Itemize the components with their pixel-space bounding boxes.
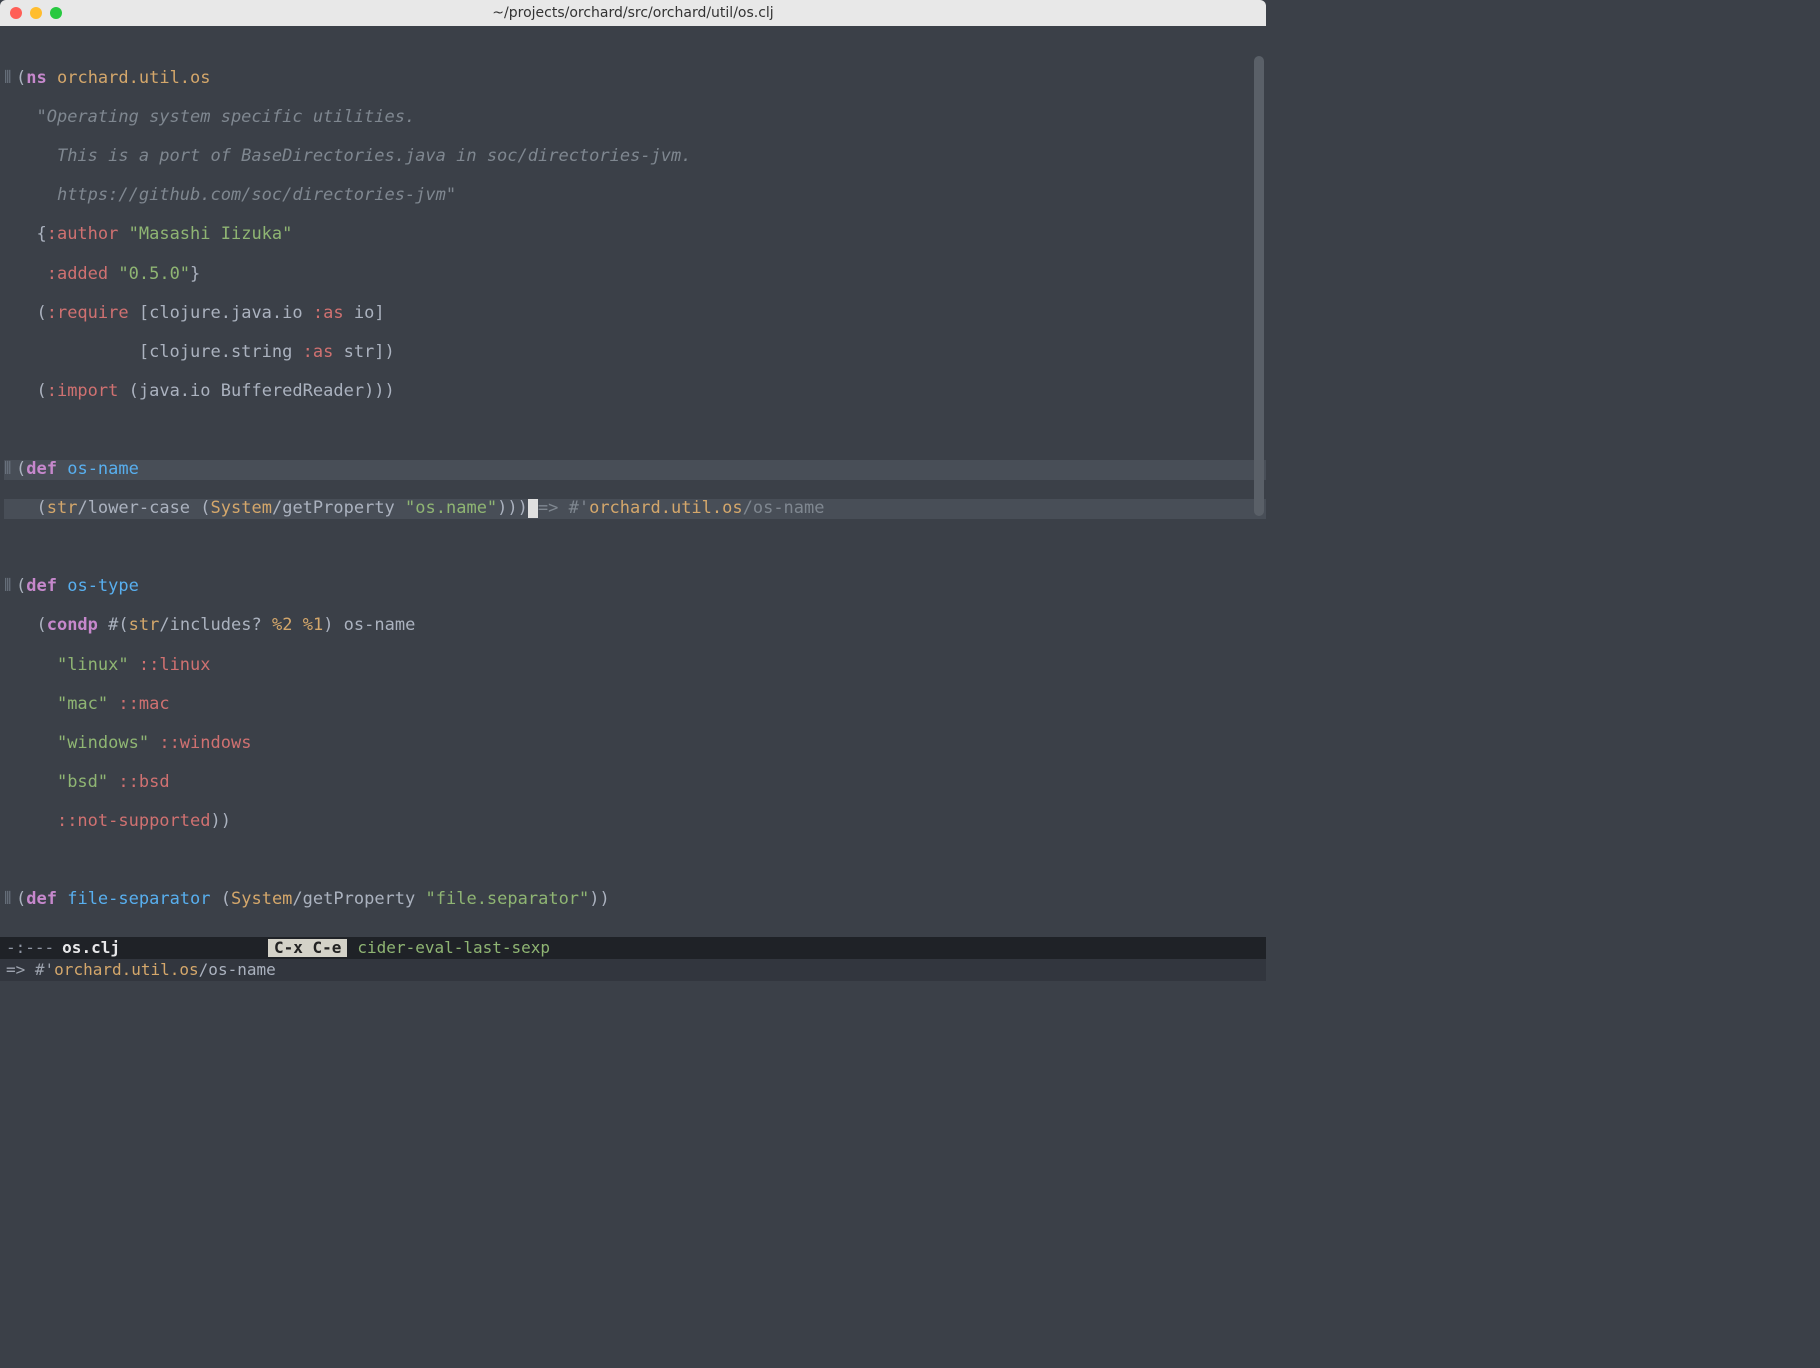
minibuffer[interactable]: => #'orchard.util.os/os-name bbox=[0, 959, 1266, 981]
scrollbar[interactable] bbox=[1254, 56, 1264, 516]
buffer-status: -:--- bbox=[6, 939, 54, 957]
fn-call: lower-case bbox=[88, 498, 190, 518]
string-arg: "os.name" bbox=[405, 498, 497, 518]
class: System bbox=[231, 889, 292, 909]
ns-keyword: ns bbox=[26, 68, 46, 88]
command-name: cider-eval-last-sexp bbox=[357, 939, 550, 957]
as-kw: :as bbox=[303, 342, 334, 362]
keyword: ::bsd bbox=[118, 772, 169, 792]
eval-sym: /os-name bbox=[743, 498, 825, 518]
keyword: ::linux bbox=[139, 655, 211, 675]
class: System bbox=[211, 498, 272, 518]
author-val: "Masashi Iizuka" bbox=[129, 224, 293, 244]
fn-call: includes? bbox=[170, 615, 262, 635]
buffer-file: os.clj bbox=[62, 939, 120, 957]
def-kw: def bbox=[26, 459, 57, 479]
added-val: "0.5.0" bbox=[118, 264, 190, 284]
def-kw: def bbox=[26, 576, 57, 596]
condp-kw: condp bbox=[47, 615, 98, 635]
added-key: :added bbox=[47, 264, 108, 284]
req-ns: clojure.java.io bbox=[149, 303, 303, 323]
req-alias: str bbox=[344, 342, 375, 362]
keybinding: C-x C-e bbox=[268, 939, 347, 957]
require-kw: :require bbox=[47, 303, 129, 323]
import-cls: BufferedReader bbox=[221, 381, 364, 401]
import-kw: :import bbox=[47, 381, 119, 401]
window-titlebar: ~/projects/orchard/src/orchard/util/os.c… bbox=[0, 0, 1266, 26]
code-editor[interactable]: ⦀(ns orchard.util.os "Operating system s… bbox=[0, 26, 1266, 937]
window-title: ~/projects/orchard/src/orchard/util/os.c… bbox=[0, 5, 1266, 21]
docstring: https://github.com/soc/directories-jvm" bbox=[36, 185, 456, 205]
keyword: ::not-supported bbox=[57, 811, 211, 831]
arg: %2 bbox=[272, 615, 292, 635]
arg: %1 bbox=[303, 615, 323, 635]
def-kw: def bbox=[26, 889, 57, 909]
keyword: ::mac bbox=[118, 694, 169, 714]
keyword: ::windows bbox=[159, 733, 251, 753]
eval-ns: orchard.util.os bbox=[54, 961, 199, 979]
ns-name: orchard.util.os bbox=[57, 68, 211, 88]
string: "windows" bbox=[57, 733, 149, 753]
eval-prefix: => #' bbox=[538, 498, 589, 518]
eval-sym: /os-name bbox=[199, 961, 276, 979]
docstring: "Operating system specific utilities. bbox=[36, 107, 415, 127]
method: getProperty bbox=[282, 498, 395, 518]
var-name: os-type bbox=[67, 576, 139, 596]
var-name: os-name bbox=[67, 459, 139, 479]
string: "mac" bbox=[57, 694, 108, 714]
req-ns: clojure.string bbox=[149, 342, 292, 362]
req-alias: io bbox=[354, 303, 374, 323]
ns-alias: str bbox=[47, 498, 78, 518]
string: "bsd" bbox=[57, 772, 108, 792]
cursor bbox=[528, 499, 538, 518]
eval-ns: orchard.util.os bbox=[589, 498, 743, 518]
method: getProperty bbox=[303, 889, 416, 909]
import-pkg: java.io bbox=[139, 381, 211, 401]
author-key: :author bbox=[47, 224, 119, 244]
eval-prefix: => #' bbox=[6, 961, 54, 979]
as-kw: :as bbox=[313, 303, 344, 323]
sym: os-name bbox=[344, 615, 416, 635]
string: "file.separator" bbox=[426, 889, 590, 909]
docstring: This is a port of BaseDirectories.java i… bbox=[36, 146, 691, 166]
var-name: file-separator bbox=[67, 889, 210, 909]
string: "linux" bbox=[57, 655, 129, 675]
mode-line: -:--- os.clj C-x C-e cider-eval-last-sex… bbox=[0, 937, 1266, 959]
ns-alias: str bbox=[129, 615, 160, 635]
